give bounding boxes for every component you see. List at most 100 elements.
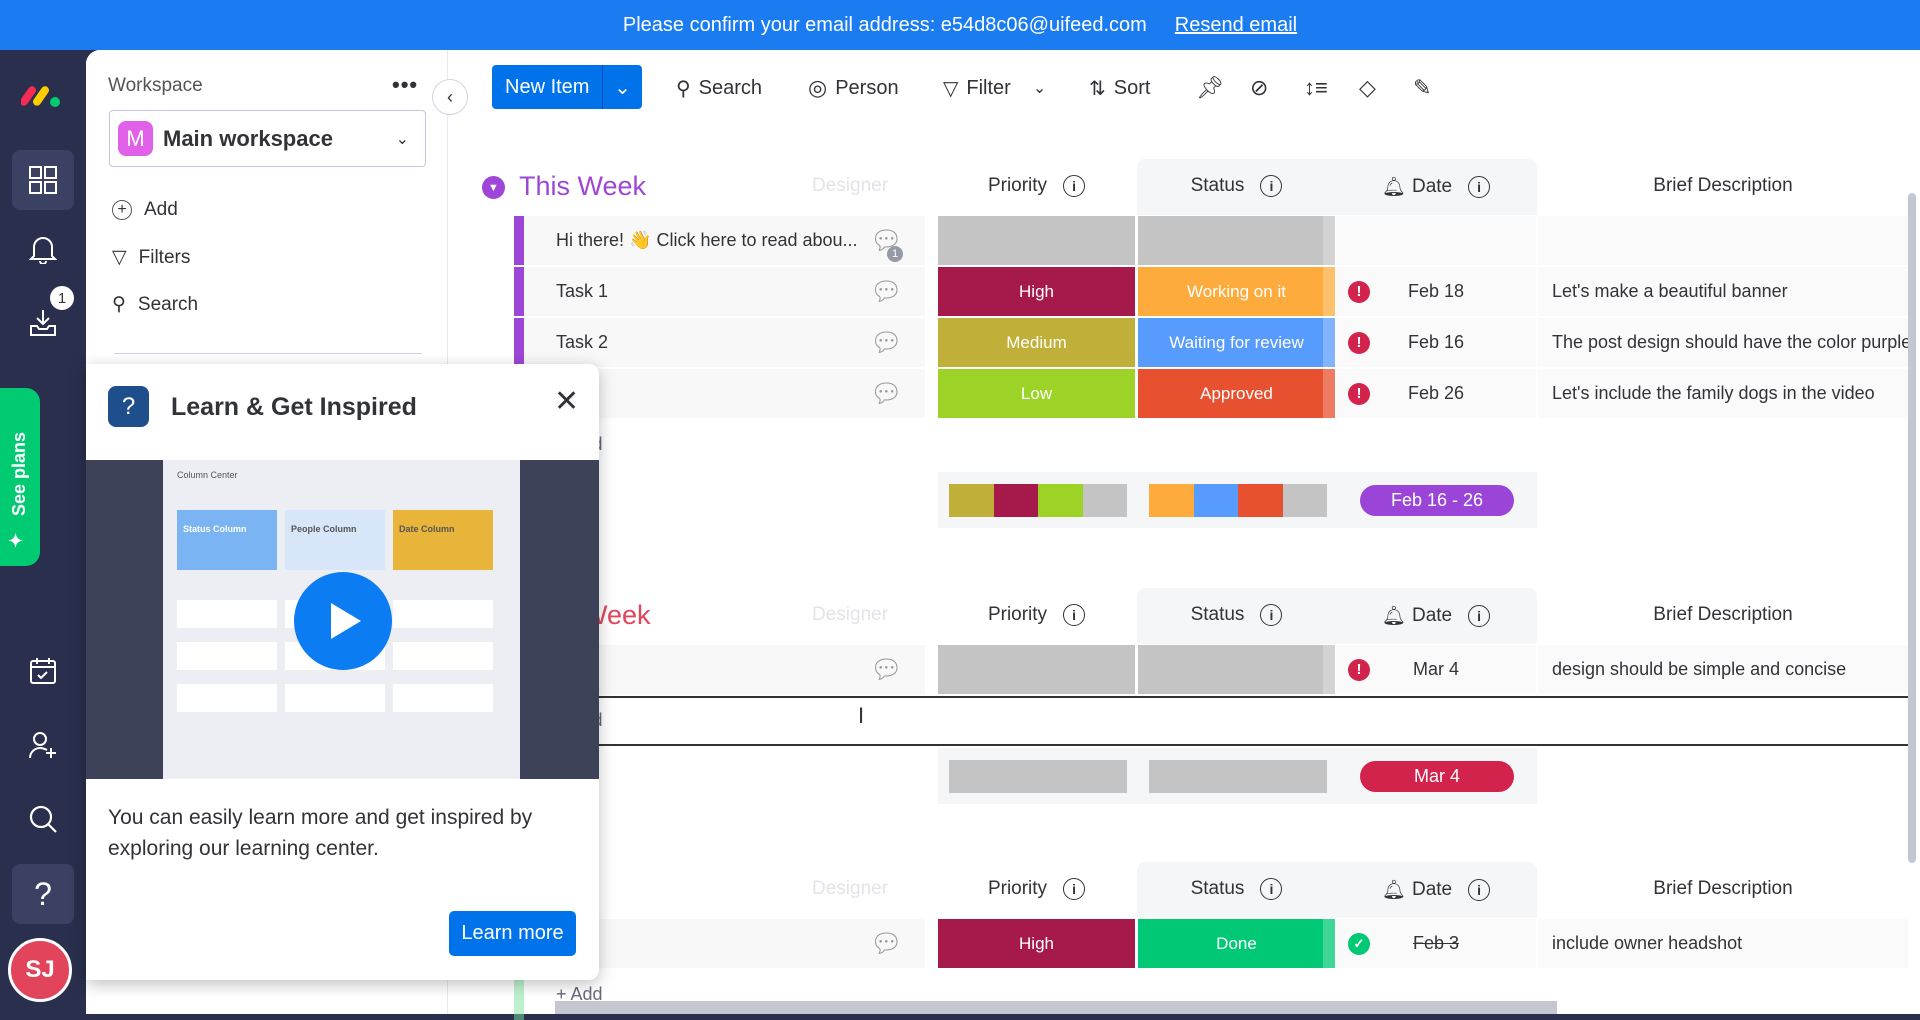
date-cell[interactable]: ! Feb 16 bbox=[1336, 318, 1536, 367]
chat-bubble-icon[interactable]: 💬︎ bbox=[870, 378, 903, 409]
brief-cell[interactable] bbox=[1538, 216, 1908, 265]
play-icon[interactable] bbox=[294, 572, 392, 670]
column-header-status[interactable]: Status i bbox=[1138, 878, 1335, 900]
info-icon[interactable]: i bbox=[1063, 604, 1086, 626]
info-icon[interactable]: i bbox=[1468, 176, 1491, 198]
new-item-button[interactable]: New Item ⌄ bbox=[492, 65, 642, 109]
priority-cell[interactable]: Low bbox=[938, 369, 1135, 418]
info-icon[interactable]: i bbox=[1260, 175, 1283, 197]
info-icon[interactable]: i bbox=[1063, 878, 1086, 900]
status-summary-segment[interactable] bbox=[1282, 484, 1327, 517]
column-header-priority[interactable]: Priority i bbox=[938, 175, 1135, 197]
info-icon[interactable]: i bbox=[1260, 878, 1283, 900]
status-summary-segment[interactable] bbox=[1193, 484, 1238, 517]
learn-more-button[interactable]: Learn more bbox=[449, 911, 576, 956]
monday-logo-icon[interactable] bbox=[18, 70, 68, 120]
bell-icon[interactable] bbox=[18, 224, 68, 274]
item-name-cell[interactable]: Task 1 💬︎ bbox=[524, 267, 925, 316]
column-header-status[interactable]: Status i bbox=[1138, 604, 1335, 626]
invite-person-icon[interactable] bbox=[18, 720, 68, 770]
collapse-panel-button[interactable]: ‹ bbox=[432, 79, 468, 115]
column-header-priority[interactable]: Priority i bbox=[938, 878, 1135, 900]
resend-email-link[interactable]: Resend email bbox=[1175, 14, 1297, 37]
chat-bubble-icon[interactable]: 💬︎ bbox=[870, 654, 903, 685]
date-cell[interactable]: ! Feb 18 bbox=[1336, 267, 1536, 316]
chat-bubble-icon[interactable]: 💬︎ bbox=[870, 327, 903, 358]
workspace-grid-icon[interactable] bbox=[12, 150, 74, 210]
filters-menu-item[interactable]: ▽ Filters bbox=[112, 246, 190, 269]
hide-icon[interactable]: ⊘ bbox=[1250, 72, 1268, 104]
priority-cell[interactable]: Medium bbox=[938, 318, 1135, 367]
user-avatar[interactable]: SJ bbox=[8, 938, 72, 1002]
priority-summary-segment[interactable] bbox=[949, 484, 994, 517]
priority-summary-segment[interactable] bbox=[1038, 484, 1083, 517]
add-menu-item[interactable]: + Add bbox=[112, 199, 178, 221]
date-range-pill[interactable]: Feb 16 - 26 bbox=[1360, 485, 1514, 516]
row-height-icon[interactable]: ↕≡ bbox=[1304, 72, 1328, 104]
status-cell[interactable] bbox=[1138, 216, 1335, 265]
priority-summary-segment[interactable] bbox=[949, 760, 1127, 793]
column-header-designer[interactable]: Designer bbox=[812, 175, 888, 197]
priority-summary-segment[interactable] bbox=[993, 484, 1038, 517]
see-plans-button[interactable]: See plans ✦ bbox=[0, 388, 40, 566]
status-cell[interactable]: Approved bbox=[1138, 369, 1335, 418]
workspace-selector[interactable]: M Main workspace ⌄ bbox=[109, 110, 426, 167]
pin-icon[interactable]: 📌︎ bbox=[1196, 72, 1224, 104]
person-button[interactable]: ◎ Person bbox=[808, 72, 899, 104]
info-icon[interactable]: i bbox=[1260, 604, 1283, 626]
horizontal-scrollbar[interactable] bbox=[555, 1001, 1557, 1014]
priority-summary-segment[interactable] bbox=[1082, 484, 1127, 517]
priority-cell[interactable]: High bbox=[938, 267, 1135, 316]
vertical-scrollbar[interactable] bbox=[1908, 193, 1916, 863]
date-cell[interactable]: ✓ Feb 3 bbox=[1336, 919, 1536, 968]
sort-button[interactable]: ⇅ Sort bbox=[1089, 72, 1150, 104]
info-icon[interactable]: i bbox=[1468, 879, 1491, 901]
column-header-designer[interactable]: Designer bbox=[812, 878, 888, 900]
column-header-status[interactable]: Status i bbox=[1138, 175, 1335, 197]
more-options-icon[interactable]: ••• bbox=[392, 72, 418, 98]
brief-cell[interactable]: Let's include the family dogs in the vid… bbox=[1538, 369, 1908, 418]
group-collapse-icon[interactable]: ▼ bbox=[482, 176, 505, 199]
status-summary-segment[interactable] bbox=[1149, 484, 1194, 517]
priority-cell[interactable] bbox=[938, 645, 1135, 694]
status-summary-segment[interactable] bbox=[1238, 484, 1283, 517]
search-button[interactable]: ⚲ Search bbox=[676, 72, 762, 104]
help-icon[interactable]: ? bbox=[12, 864, 74, 924]
date-range-pill[interactable]: Mar 4 bbox=[1360, 761, 1514, 792]
filter-button[interactable]: ▽ Filter ⌄ bbox=[943, 72, 1046, 104]
status-cell[interactable] bbox=[1138, 645, 1335, 694]
status-cell[interactable]: Waiting for review bbox=[1138, 318, 1335, 367]
brief-cell[interactable]: include owner headshot bbox=[1538, 919, 1908, 968]
search-menu-item[interactable]: ⚲ Search bbox=[112, 293, 198, 316]
column-header-brief[interactable]: Brief Description bbox=[1538, 175, 1908, 197]
status-cell[interactable]: Working on it bbox=[1138, 267, 1335, 316]
column-header-brief[interactable]: Brief Description bbox=[1538, 878, 1908, 900]
priority-cell[interactable]: High bbox=[938, 919, 1135, 968]
item-name-cell[interactable]: Task 2 💬︎ bbox=[524, 318, 925, 367]
status-summary-segment[interactable] bbox=[1149, 760, 1327, 793]
info-icon[interactable]: i bbox=[1468, 605, 1491, 627]
priority-cell[interactable] bbox=[938, 216, 1135, 265]
column-header-date[interactable]: 🔔︎ Date i bbox=[1336, 878, 1536, 902]
chevron-down-icon[interactable]: ⌄ bbox=[602, 65, 642, 109]
column-header-designer[interactable]: Designer bbox=[812, 604, 888, 626]
video-preview[interactable]: Column Center Status Column People Colum… bbox=[86, 460, 599, 779]
column-header-brief[interactable]: Brief Description bbox=[1538, 604, 1908, 626]
chevron-down-icon[interactable]: ⌄ bbox=[1033, 78, 1046, 98]
close-icon[interactable]: ✕ bbox=[554, 384, 579, 419]
date-cell[interactable]: ! Mar 4 bbox=[1336, 645, 1536, 694]
column-header-date[interactable]: 🔔︎ Date i bbox=[1336, 604, 1536, 628]
chat-bubble-icon[interactable]: 💬︎ bbox=[870, 928, 903, 959]
calendar-icon[interactable] bbox=[18, 646, 68, 696]
date-cell[interactable] bbox=[1336, 216, 1536, 265]
status-cell[interactable]: Done bbox=[1138, 919, 1335, 968]
column-header-priority[interactable]: Priority i bbox=[938, 604, 1135, 626]
brief-cell[interactable]: The post design should have the color pu… bbox=[1538, 318, 1908, 367]
color-fill-icon[interactable]: ◇ bbox=[1359, 72, 1376, 104]
item-name-cell[interactable]: Hi there! 👋 Click here to read abou... 💬︎ bbox=[524, 216, 925, 265]
brief-cell[interactable]: design should be simple and concise bbox=[1538, 645, 1908, 694]
date-cell[interactable]: ! Feb 26 bbox=[1336, 369, 1536, 418]
column-header-date[interactable]: 🔔︎ Date i bbox=[1336, 175, 1536, 199]
search-icon[interactable] bbox=[18, 794, 68, 844]
info-icon[interactable]: i bbox=[1063, 175, 1086, 197]
